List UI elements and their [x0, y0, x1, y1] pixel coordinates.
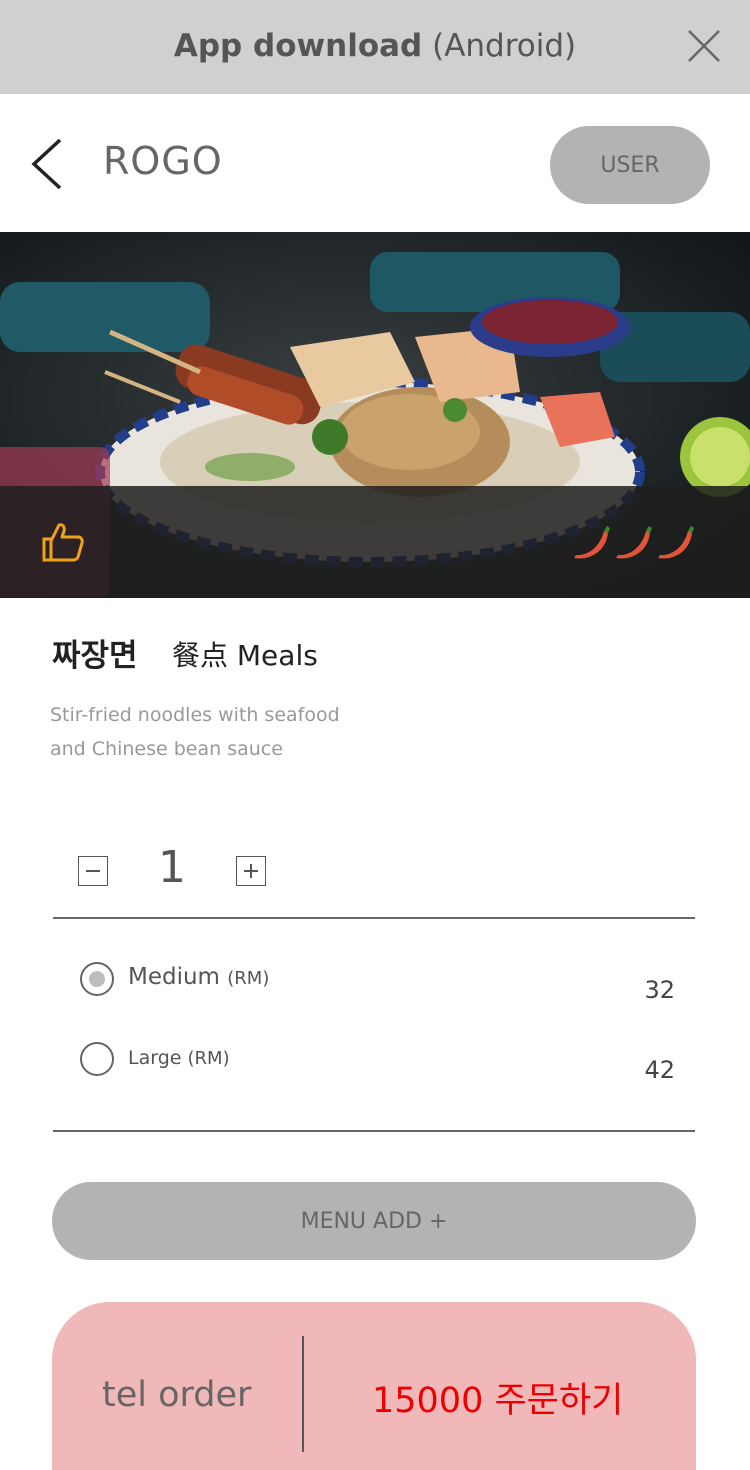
- quantity-value: 1: [158, 842, 186, 893]
- option-large[interactable]: Large (RM) 42: [80, 1042, 700, 1084]
- order-bar: tel order 15000 주문하기: [52, 1302, 696, 1470]
- divider: [53, 917, 695, 919]
- option-label: Large (RM): [128, 1047, 230, 1069]
- chili-icon: [658, 526, 694, 559]
- dish-photo: [0, 232, 750, 598]
- option-label: Medium (RM): [128, 964, 270, 990]
- app-header: ROGO USER: [0, 94, 750, 232]
- banner-title: App download (Android): [173, 28, 577, 64]
- chevron-left-icon[interactable]: [28, 138, 68, 190]
- option-medium[interactable]: Medium (RM) 32: [80, 962, 700, 1004]
- dish-description: Stir-fried noodles with seafood and Chin…: [50, 704, 340, 760]
- dish-category: 餐点 Meals: [172, 639, 318, 672]
- divider: [53, 1130, 695, 1132]
- order-button[interactable]: 15000 주문하기: [372, 1372, 623, 1423]
- app-download-banner[interactable]: App download (Android): [0, 0, 750, 94]
- radio-large[interactable]: [80, 1042, 114, 1076]
- thumbs-up-icon[interactable]: [42, 522, 84, 562]
- radio-medium[interactable]: [80, 962, 114, 996]
- user-button[interactable]: USER: [550, 126, 710, 204]
- minus-icon[interactable]: [78, 856, 108, 886]
- brand-title: ROGO: [103, 139, 223, 183]
- option-price: 42: [644, 1056, 675, 1084]
- chili-icon: [616, 526, 652, 559]
- close-icon[interactable]: [686, 28, 722, 64]
- menu-add-button[interactable]: MENU ADD +: [52, 1182, 696, 1260]
- tel-order-button[interactable]: tel order: [102, 1375, 251, 1415]
- order-separator: [302, 1336, 304, 1452]
- spice-level: [574, 526, 694, 559]
- dish-name: 짜장면: [52, 638, 138, 674]
- chili-icon: [574, 526, 610, 559]
- plus-icon[interactable]: [236, 856, 266, 886]
- option-price: 32: [644, 976, 675, 1004]
